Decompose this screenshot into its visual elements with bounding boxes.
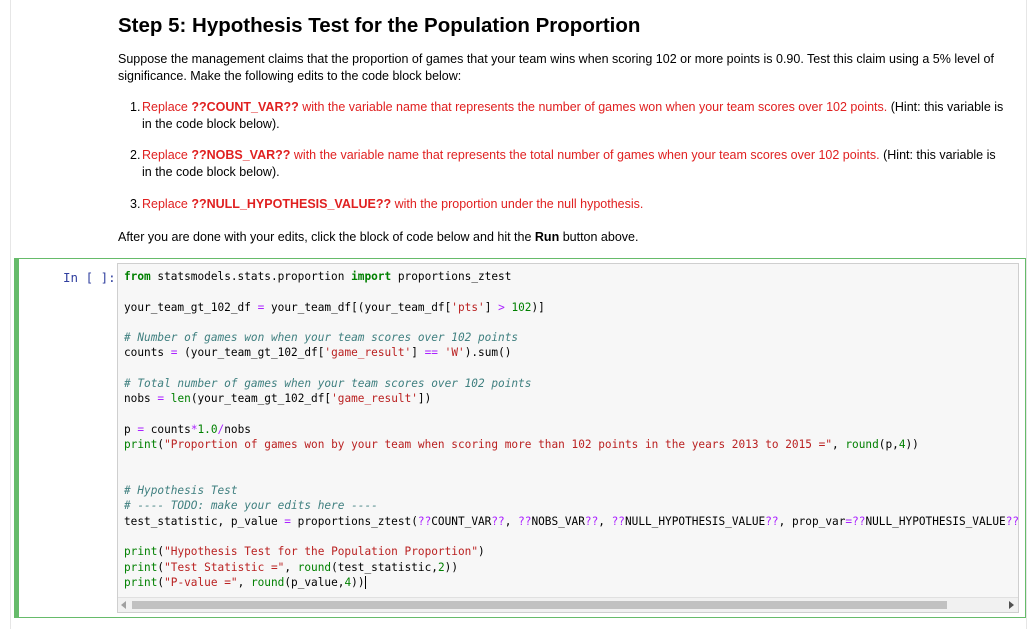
code-text[interactable]: from statsmodels.stats.proportion import…: [124, 269, 1018, 590]
code-line[interactable]: # ---- TODO: make your edits here ----: [124, 499, 378, 512]
token-null-hypothesis: ??NULL_HYPOTHESIS_VALUE??: [191, 197, 392, 211]
list-item: 1. Replace ??COUNT_VAR?? with the variab…: [130, 100, 1004, 131]
code-line[interactable]: counts = (your_team_gt_102_df['game_resu…: [124, 346, 511, 359]
scroll-left-arrow-icon[interactable]: [121, 601, 126, 609]
code-line[interactable]: nobs = len(your_team_gt_102_df['game_res…: [124, 392, 431, 405]
code-line[interactable]: test_statistic, p_value = proportions_zt…: [124, 515, 1018, 528]
scroll-right-arrow-icon[interactable]: [1009, 601, 1014, 609]
list-item: 3. Replace ??NULL_HYPOTHESIS_VALUE?? wit…: [130, 197, 644, 211]
code-line[interactable]: # Number of games won when your team sco…: [124, 331, 518, 344]
code-line[interactable]: print("Hypothesis Test for the Populatio…: [124, 545, 485, 558]
horizontal-scrollbar[interactable]: [118, 597, 1018, 612]
text-cursor: [364, 576, 366, 590]
code-line[interactable]: print("Proportion of games won by your t…: [124, 438, 919, 451]
code-line[interactable]: print("P-value =", round(p_value,4)): [124, 576, 365, 589]
run-emphasis: Run: [534, 230, 560, 244]
token-count-var: ??COUNT_VAR??: [191, 100, 299, 114]
after-instructions: After you are done with your edits, clic…: [118, 230, 639, 244]
code-line[interactable]: from statsmodels.stats.proportion import…: [124, 270, 511, 283]
intro-paragraph: Suppose the management claims that the p…: [118, 52, 994, 83]
step-title: Step 5: Hypothesis Test for the Populati…: [118, 14, 641, 37]
code-line[interactable]: p = counts*1.0/nobs: [124, 423, 251, 436]
scrollbar-thumb[interactable]: [132, 601, 947, 609]
code-line[interactable]: # Total number of games when your team s…: [124, 377, 531, 390]
list-item: 2. Replace ??NOBS_VAR?? with the variabl…: [130, 148, 996, 179]
code-cell[interactable]: In [ ]: from statsmodels.stats.proportio…: [14, 258, 1026, 618]
input-prompt: In [ ]:: [63, 270, 116, 285]
token-nobs-var: ??NOBS_VAR??: [191, 148, 291, 162]
code-editor[interactable]: from statsmodels.stats.proportion import…: [117, 263, 1019, 613]
code-line[interactable]: your_team_gt_102_df = your_team_df[(your…: [124, 301, 545, 314]
code-line[interactable]: print("Test Statistic =", round(test_sta…: [124, 561, 458, 574]
code-line[interactable]: # Hypothesis Test: [124, 484, 238, 497]
